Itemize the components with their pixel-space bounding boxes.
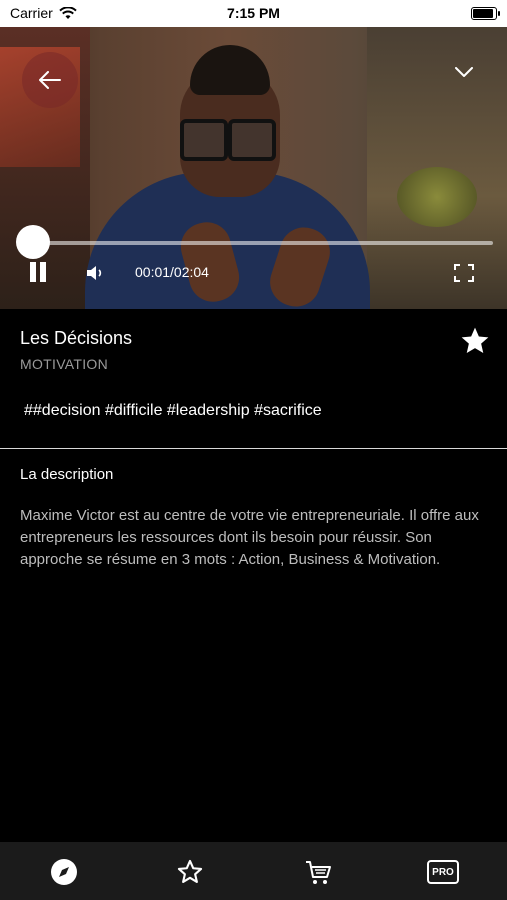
minimize-button[interactable] [449,57,479,87]
tab-favorites[interactable] [174,856,206,888]
pause-button[interactable] [28,262,48,284]
cart-icon [306,861,331,884]
app-screen: Carrier 7:15 PM 00:01/02:04 Les Décision… [0,0,507,900]
video-tags: ##decision #difficile #leadership #sacri… [24,402,322,419]
progress-scrubber[interactable] [16,225,50,259]
description-heading: La description [20,466,114,483]
star-outline-icon [177,859,203,883]
time-label: 00:01/02:04 [135,264,209,280]
progress-bar[interactable] [33,241,493,245]
status-bar: Carrier 7:15 PM [0,0,507,27]
compass-icon [51,859,77,885]
description-text: Maxime Victor est au centre de votre vie… [20,507,479,568]
video-background-plant [397,167,477,227]
video-person-glasses [180,119,276,161]
video-title: Les Décisions [20,328,133,348]
divider [0,448,507,449]
favorite-star-icon[interactable] [459,325,491,357]
tab-pro[interactable]: PRO [427,856,459,888]
tab-shop[interactable] [302,856,334,888]
video-controls: 00:01/02:04 [0,259,507,289]
fullscreen-icon[interactable] [454,264,474,282]
status-time: 7:15 PM [227,5,280,21]
video-category: MOTIVATION [20,356,109,372]
volume-icon[interactable] [85,263,105,283]
arrow-left-icon [39,71,61,89]
pause-icon-bar-left [30,262,36,282]
battery-icon [471,7,500,20]
pause-icon-bar-right [40,262,46,282]
pro-icon: PRO [427,860,459,884]
tab-explore[interactable] [48,856,80,888]
chevron-down-icon [455,67,473,77]
video-player[interactable]: 00:01/02:04 [0,27,507,309]
video-person-hair [190,45,270,95]
back-button[interactable] [22,52,78,108]
bottom-tab-bar: PRO [0,842,507,900]
